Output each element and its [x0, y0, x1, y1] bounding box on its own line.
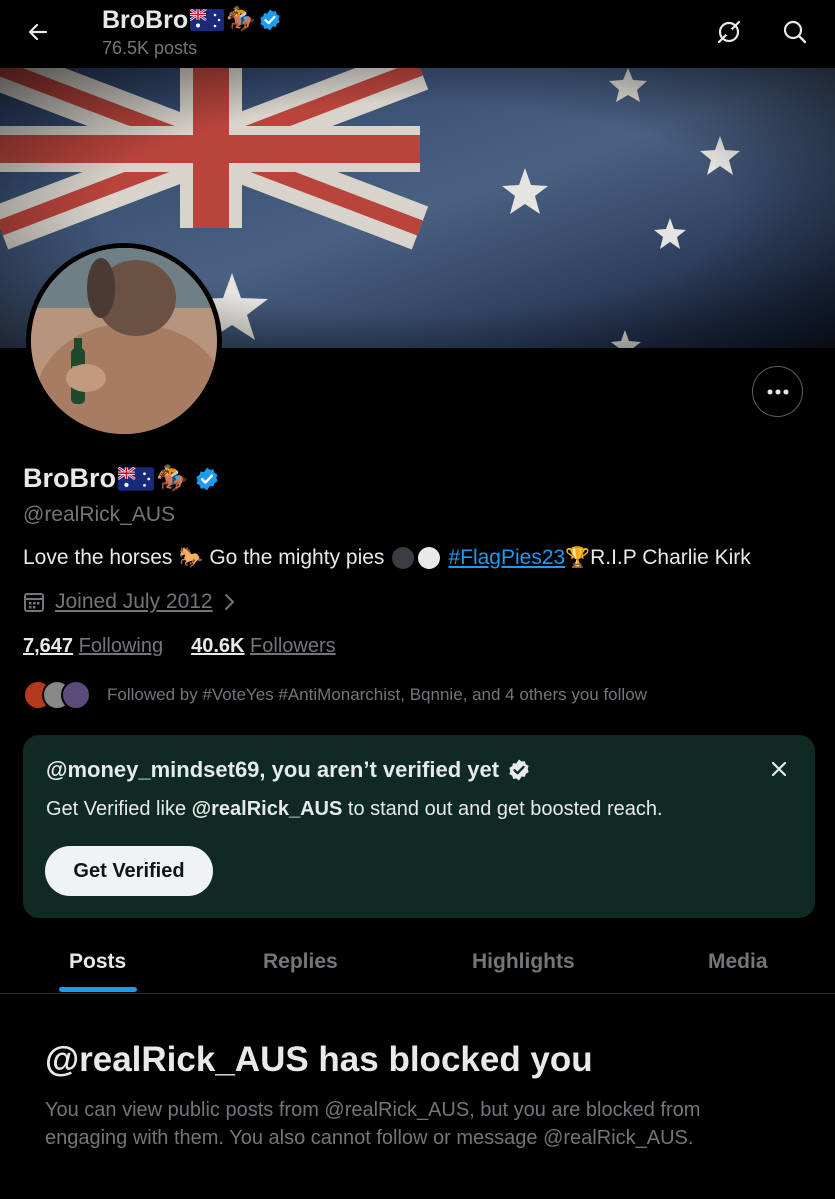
promo-title: @money_mindset69, you aren’t verified ye…	[46, 757, 531, 783]
horse-icon: 🐎	[178, 547, 204, 569]
promo-title-text: @money_mindset69, you aren’t verified ye…	[46, 757, 500, 782]
profile-handle: @realRick_AUS	[23, 503, 176, 526]
trophy-icon: 🏆	[565, 547, 591, 569]
header-name: BroBro	[102, 6, 189, 34]
search-icon[interactable]	[777, 14, 813, 50]
top-bar: BroBro 🏇 76.5K posts	[0, 0, 835, 68]
follow-stats: 7,647 Following 40.6K Followers	[23, 635, 336, 658]
tab-highlights[interactable]: Highlights	[472, 930, 575, 994]
followed-by-row[interactable]: Followed by #VoteYes #AntiMonarchist, Bq…	[23, 680, 647, 710]
following-count: 7,647	[23, 635, 74, 657]
bio-hashtag-link[interactable]: #FlagPies23	[448, 546, 565, 570]
back-arrow-icon[interactable]	[20, 14, 56, 50]
tab-media[interactable]: Media	[708, 930, 768, 994]
profile-avatar[interactable]	[26, 243, 222, 439]
bio-text-horses: Love the horses	[23, 545, 173, 569]
follower-avatars	[23, 680, 91, 710]
grok-icon[interactable]	[711, 14, 747, 50]
get-verified-button[interactable]: Get Verified	[45, 846, 213, 896]
promo-text-prefix: Get Verified like	[46, 798, 187, 820]
close-icon[interactable]	[765, 755, 793, 783]
bio-text-pies: Go the mighty pies	[209, 545, 385, 569]
followers-label: Followers	[250, 635, 336, 657]
profile-name: BroBro	[23, 463, 116, 493]
joined-date[interactable]: Joined July 2012	[23, 590, 235, 614]
more-options-button[interactable]	[752, 366, 803, 417]
horse-racing-icon: 🏇	[156, 463, 189, 493]
follower-avatar	[61, 680, 91, 710]
tab-posts[interactable]: Posts	[69, 930, 126, 994]
profile-name-row: BroBro 🏇	[23, 463, 220, 494]
more-dots-icon	[767, 389, 788, 394]
verified-badge-icon[interactable]	[194, 466, 220, 492]
promo-text: Get Verified like @realRick_AUS to stand…	[46, 798, 663, 821]
australia-flag-icon	[190, 9, 225, 31]
followed-by-text: Followed by #VoteYes #AntiMonarchist, Bq…	[107, 685, 647, 704]
chevron-right-icon	[224, 594, 234, 610]
profile-bio: Love the horses 🐎 Go the mighty pies #Fl…	[23, 545, 751, 570]
promo-text-handle: @realRick_AUS	[191, 798, 343, 820]
white-circle-icon	[418, 546, 441, 569]
profile-tabs: Posts Replies Highlights Media	[0, 930, 835, 994]
following-link[interactable]: 7,647 Following	[23, 635, 163, 658]
followers-link[interactable]: 40.6K Followers	[191, 635, 336, 658]
verified-check-icon	[509, 759, 529, 781]
verification-promo-card: @money_mindset69, you aren’t verified ye…	[23, 735, 815, 918]
tab-replies[interactable]: Replies	[263, 930, 338, 994]
blocked-title: @realRick_AUS has blocked you	[45, 1040, 593, 1079]
black-circle-icon	[392, 546, 415, 569]
posts-count: 76.5K posts	[102, 38, 198, 58]
calendar-icon	[24, 593, 44, 612]
blocked-description: You can view public posts from @realRick…	[45, 1099, 701, 1149]
bio-text-rip: R.I.P Charlie Kirk	[590, 545, 751, 569]
followers-count: 40.6K	[191, 635, 245, 657]
horse-racing-icon: 🏇	[226, 6, 256, 33]
following-label: Following	[78, 635, 164, 657]
promo-text-suffix: to stand out and get boosted reach.	[347, 798, 663, 820]
active-tab-indicator	[59, 987, 137, 992]
header-title-block: BroBro 🏇 76.5K posts	[102, 4, 282, 59]
australia-flag-icon	[118, 466, 154, 491]
joined-text: Joined July 2012	[55, 590, 213, 613]
verified-badge-icon	[260, 9, 280, 31]
